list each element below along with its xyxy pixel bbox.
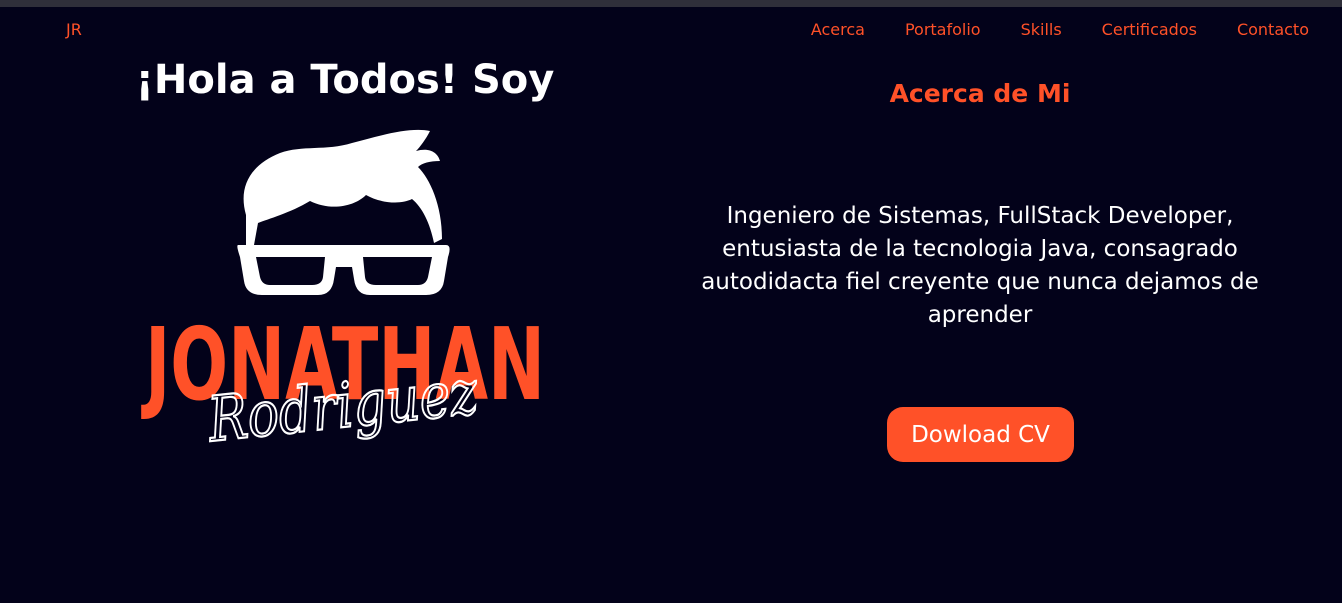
nav-links: Acerca Portafolio Skills Certificados Co…: [811, 20, 1309, 39]
download-cv-button[interactable]: Dowload CV: [887, 407, 1074, 462]
jonathan-rodriguez-logo: JONATHAN Rodriguez: [140, 129, 545, 457]
browser-top-strip: [0, 0, 1342, 7]
page: JR Acerca Portafolio Skills Certificados…: [0, 7, 1342, 603]
brand-link[interactable]: JR: [66, 20, 82, 39]
nav-link-acerca[interactable]: Acerca: [811, 20, 865, 39]
nav-link-certificados[interactable]: Certificados: [1102, 20, 1197, 39]
about-title: Acerca de Mi: [889, 79, 1071, 108]
about-description: Ingeniero de Sistemas, FullStack Develop…: [701, 203, 1259, 328]
logo-hair-shape: [243, 129, 442, 245]
nav-link-skills[interactable]: Skills: [1021, 20, 1062, 39]
nav-link-contacto[interactable]: Contacto: [1237, 20, 1309, 39]
nav-link-portafolio[interactable]: Portafolio: [905, 20, 981, 39]
hero-greeting: ¡Hola a Todos! Soy: [135, 57, 555, 103]
navbar: JR Acerca Portafolio Skills Certificados…: [0, 7, 1342, 53]
logo-glasses-shape: [237, 245, 450, 295]
